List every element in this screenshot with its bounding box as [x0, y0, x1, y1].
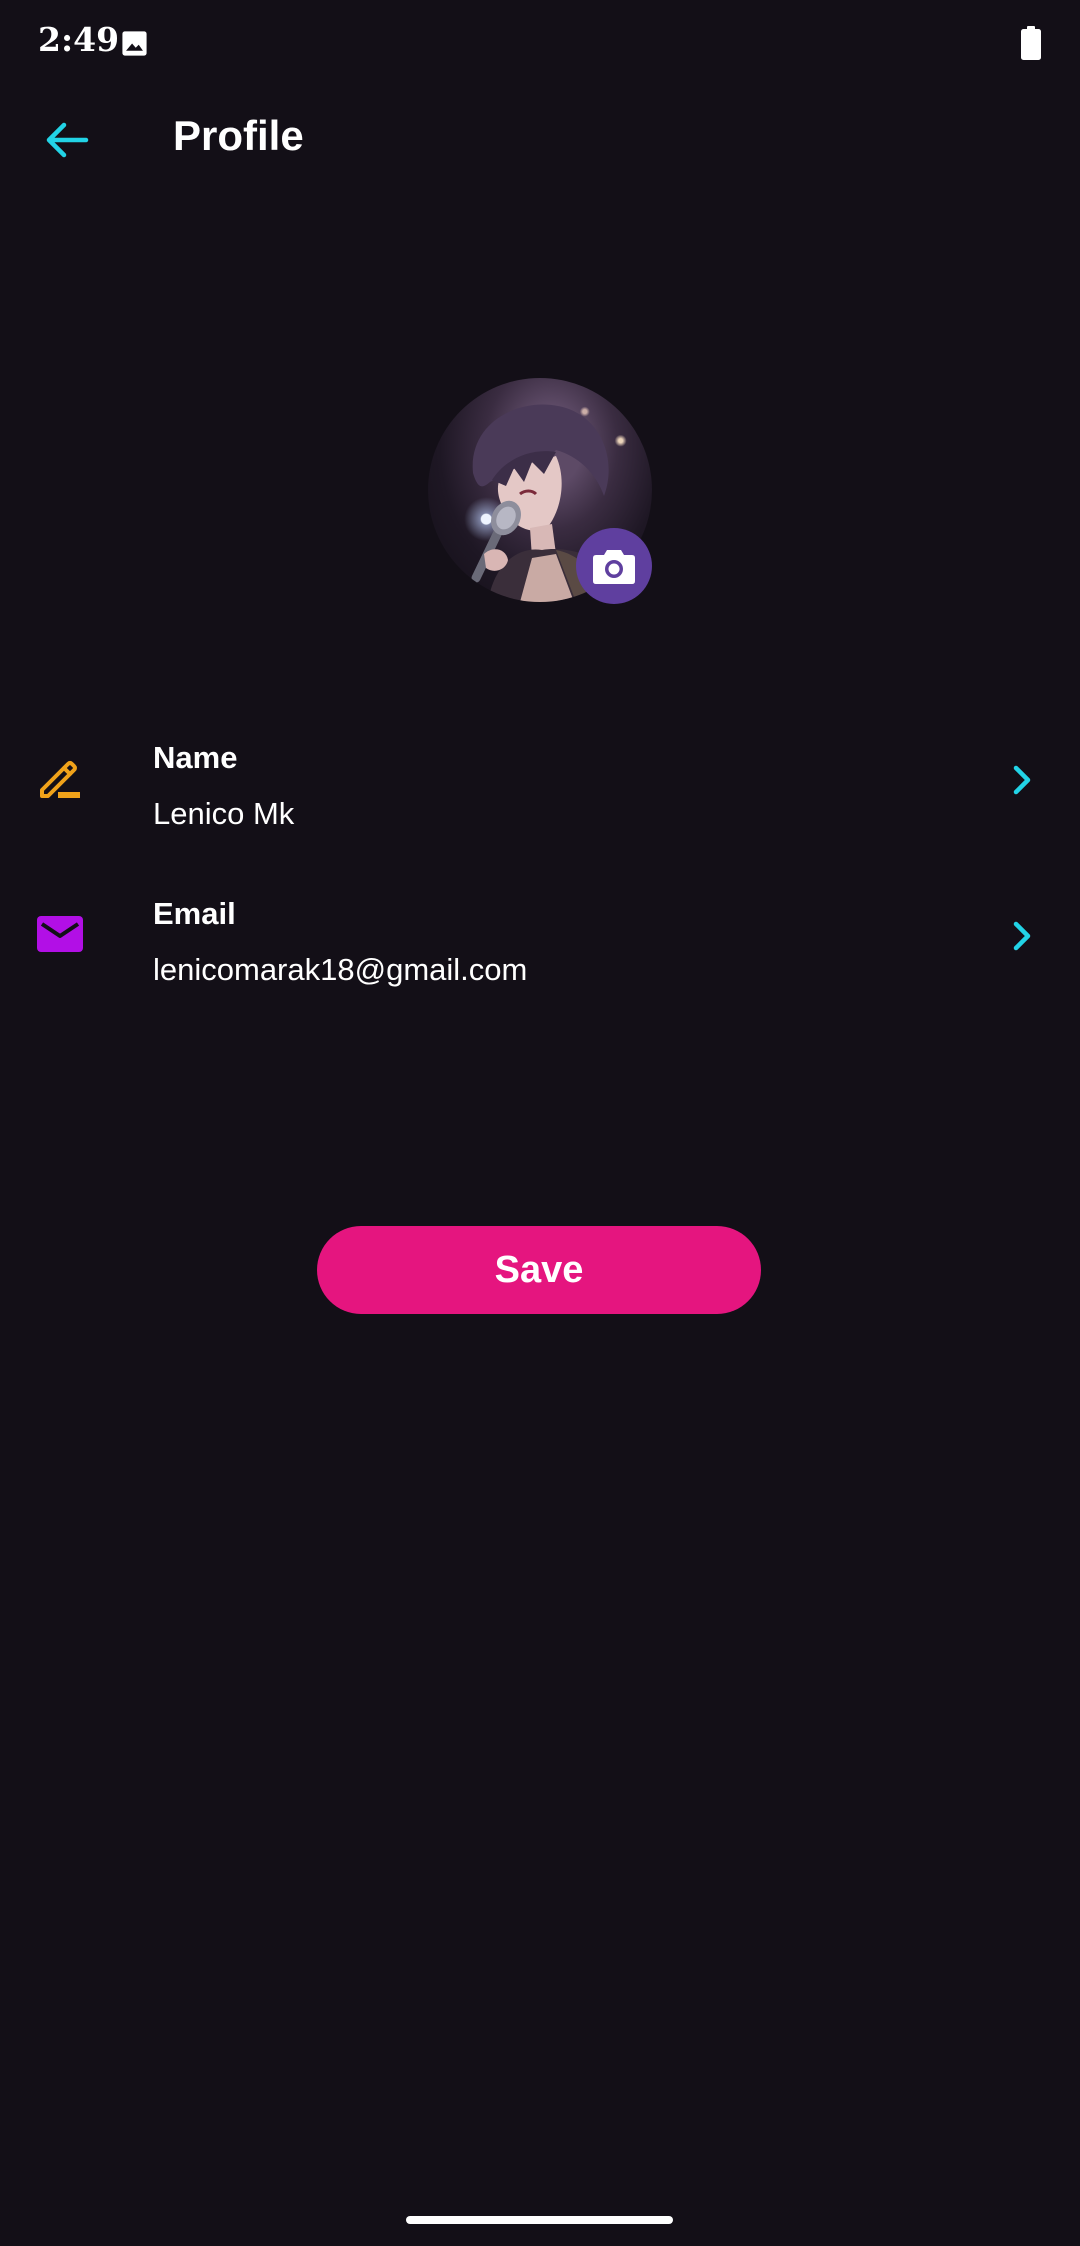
camera-icon	[593, 550, 635, 584]
name-label: Name	[153, 740, 238, 775]
chevron-right-icon	[1013, 921, 1031, 951]
home-indicator[interactable]	[406, 2216, 673, 2224]
battery-icon	[1021, 26, 1041, 60]
app-bar: Profile	[0, 88, 1080, 184]
page-title: Profile	[173, 112, 304, 159]
back-button[interactable]	[28, 102, 104, 178]
arrow-left-icon	[46, 122, 89, 158]
email-label: Email	[153, 896, 236, 931]
mail-icon	[37, 916, 83, 952]
image-icon	[122, 31, 147, 56]
status-time: 2:49	[38, 20, 120, 59]
chevron-right-icon	[1013, 765, 1031, 795]
email-value: lenicomarak18@gmail.com	[153, 952, 528, 987]
change-photo-button[interactable]	[576, 528, 652, 604]
pencil-icon	[40, 761, 80, 798]
status-bar: 2:49	[0, 0, 1080, 88]
avatar-section	[428, 378, 652, 604]
email-row[interactable]: Email lenicomarak18@gmail.com	[0, 860, 1080, 1010]
name-row[interactable]: Name Lenico Mk	[0, 704, 1080, 854]
name-value: Lenico Mk	[153, 796, 295, 831]
save-button[interactable]: Save	[317, 1226, 761, 1314]
